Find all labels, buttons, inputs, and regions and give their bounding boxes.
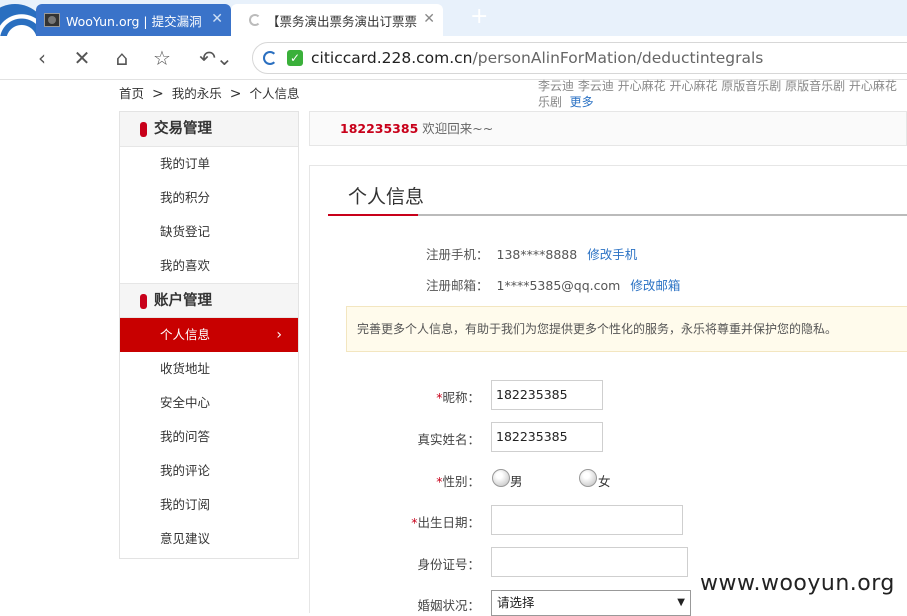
- chevron-right-icon: ›: [276, 327, 282, 343]
- breadcrumb: 首页 > 我的永乐 > 个人信息: [119, 83, 300, 102]
- gender-label-text: 性别：: [442, 474, 480, 489]
- wooyun-watermark: www.wooyun.org: [700, 571, 895, 596]
- birthday-label: *出生日期：: [310, 512, 480, 531]
- sidebar-item-favorites[interactable]: 我的喜欢: [120, 249, 298, 283]
- tab-close-icon[interactable]: ✕: [211, 11, 223, 27]
- birthday-label-text: 出生日期：: [417, 515, 480, 530]
- tab-close-icon[interactable]: ✕: [423, 11, 435, 27]
- gender-female-radio[interactable]: [579, 469, 597, 487]
- address-bar[interactable]: ✓ citiccard.228.com.cn/personAlinForMati…: [252, 42, 907, 74]
- sidebar: 交易管理 我的订单 我的积分 缺货登记 我的喜欢 账户管理 个人信息 › 收货地…: [119, 111, 299, 559]
- title-underline-accent: [328, 214, 418, 216]
- hot-search-line[interactable]: 乐剧: [538, 95, 562, 109]
- tab-title: WooYun.org | 提交漏洞: [66, 13, 202, 29]
- dropdown-arrow-icon: ▼: [677, 597, 685, 608]
- change-phone-link[interactable]: 修改手机: [587, 247, 637, 262]
- section-title: 交易管理: [154, 121, 212, 137]
- section-marker-icon: [140, 294, 147, 309]
- home-icon[interactable]: ⌂: [108, 44, 136, 72]
- sidebar-item-orders[interactable]: 我的订单: [120, 147, 298, 181]
- sidebar-item-points[interactable]: 我的积分: [120, 181, 298, 215]
- sidebar-item-feedback[interactable]: 意见建议: [120, 522, 298, 556]
- more-link[interactable]: 更多: [570, 95, 594, 109]
- url-path: /personAlinForMation/deductintegrals: [472, 49, 764, 67]
- email-value: 1****5385@qq.com: [496, 278, 621, 293]
- breadcrumb-home[interactable]: 首页: [119, 86, 144, 101]
- sidebar-item-stockout[interactable]: 缺货登记: [120, 215, 298, 249]
- user-id: 182235385: [340, 121, 419, 136]
- realname-label: 真实姓名：: [417, 432, 480, 447]
- sidebar-item-address[interactable]: 收货地址: [120, 352, 298, 386]
- sidebar-item-security[interactable]: 安全中心: [120, 386, 298, 420]
- nickname-field[interactable]: 182235385: [491, 380, 603, 410]
- url-domain: citiccard.228.com.cn: [311, 49, 473, 67]
- breadcrumb-my-yongle[interactable]: 我的永乐: [172, 86, 222, 101]
- nickname-label-text: 昵称：: [442, 390, 480, 405]
- browser-engine-icon: [263, 51, 277, 65]
- sidebar-item-questions[interactable]: 我的问答: [120, 420, 298, 454]
- browser-toolbar: ‹ ✕ ⌂ ☆ ↶⌄ ✓ citiccard.228.com.cn/person…: [0, 36, 907, 80]
- stop-close-icon[interactable]: ✕: [68, 44, 96, 72]
- undo-history-icon[interactable]: ↶⌄: [196, 44, 236, 72]
- change-email-link[interactable]: 修改邮箱: [630, 278, 680, 293]
- page-title: 个人信息: [348, 186, 425, 208]
- email-label: 注册邮箱：: [426, 278, 489, 293]
- title-divider: [328, 214, 907, 216]
- sidebar-item-comments[interactable]: 我的评论: [120, 454, 298, 488]
- tab-ticket[interactable]: 【票务演出票务演出订票票 ✕: [231, 4, 443, 36]
- gender-male-radio[interactable]: [492, 469, 510, 487]
- marriage-label: 婚姻状况：: [417, 598, 480, 613]
- wooyun-favicon-icon: [44, 13, 60, 27]
- secure-check-icon: ✓: [287, 50, 303, 66]
- welcome-greeting: 欢迎回来~~: [422, 121, 494, 136]
- marriage-select-value: 请选择: [497, 595, 535, 610]
- tab-title: 【票务演出票务演出订票票: [267, 13, 418, 29]
- new-tab-plus-icon[interactable]: +: [470, 4, 488, 30]
- phone-value: 138****8888: [496, 247, 578, 262]
- favorite-star-icon[interactable]: ☆: [148, 44, 176, 72]
- url-text[interactable]: citiccard.228.com.cn/personAlinForMation…: [311, 49, 763, 67]
- browser-tabbar: WooYun.org | 提交漏洞 ✕ 【票务演出票务演出订票票 ✕ +: [0, 0, 907, 70]
- sidebar-section-account: 账户管理: [120, 283, 298, 318]
- realname-field[interactable]: 182235385: [491, 422, 603, 452]
- section-title: 账户管理: [154, 293, 212, 309]
- main-panel: 个人信息 注册手机： 138****8888 修改手机 注册邮箱： 1****5385…: [309, 165, 907, 616]
- breadcrumb-current: 个人信息: [249, 86, 300, 101]
- gender-label: *性别：: [310, 471, 480, 490]
- phone-row: 注册手机： 138****8888 修改手机: [426, 244, 637, 263]
- email-row: 注册邮箱： 1****5385@qq.com 修改邮箱: [426, 275, 680, 294]
- breadcrumb-separator: >: [152, 86, 164, 102]
- welcome-bar: 182235385 欢迎回来~~: [309, 111, 907, 146]
- phone-label: 注册手机：: [426, 247, 489, 262]
- hot-search-links: 李云迪 李云迪 开心麻花 开心麻花 原版音乐剧 原版音乐剧 开心麻花 乐剧 更多: [538, 78, 907, 110]
- breadcrumb-separator: >: [229, 86, 242, 102]
- privacy-notice: 完善更多个人信息，有助于我们为您提供更多个性化的服务，永乐将尊重并保护您的隐私。: [346, 306, 907, 352]
- marriage-select[interactable]: 请选择 ▼: [491, 590, 691, 616]
- idcard-label: 身份证号：: [417, 557, 480, 572]
- nickname-label: *昵称：: [310, 387, 480, 406]
- loading-spinner-icon: [249, 14, 261, 26]
- gender-male-label: 男: [510, 474, 523, 489]
- birthday-field[interactable]: [491, 505, 683, 535]
- back-arrow-icon[interactable]: ‹: [28, 44, 56, 72]
- tab-wooyun[interactable]: WooYun.org | 提交漏洞 ✕: [36, 4, 231, 36]
- sidebar-section-trade: 交易管理: [120, 112, 298, 147]
- idcard-field[interactable]: [491, 547, 688, 577]
- sidebar-item-subscriptions[interactable]: 我的订阅: [120, 488, 298, 522]
- gender-female-label: 女: [598, 474, 611, 489]
- sidebar-item-personal-info[interactable]: 个人信息 ›: [120, 318, 298, 352]
- sidebar-item-label: 个人信息: [160, 327, 211, 342]
- section-marker-icon: [140, 122, 147, 137]
- hot-search-line[interactable]: 李云迪 李云迪 开心麻花 开心麻花 原版音乐剧 原版音乐剧 开心麻花: [538, 78, 907, 94]
